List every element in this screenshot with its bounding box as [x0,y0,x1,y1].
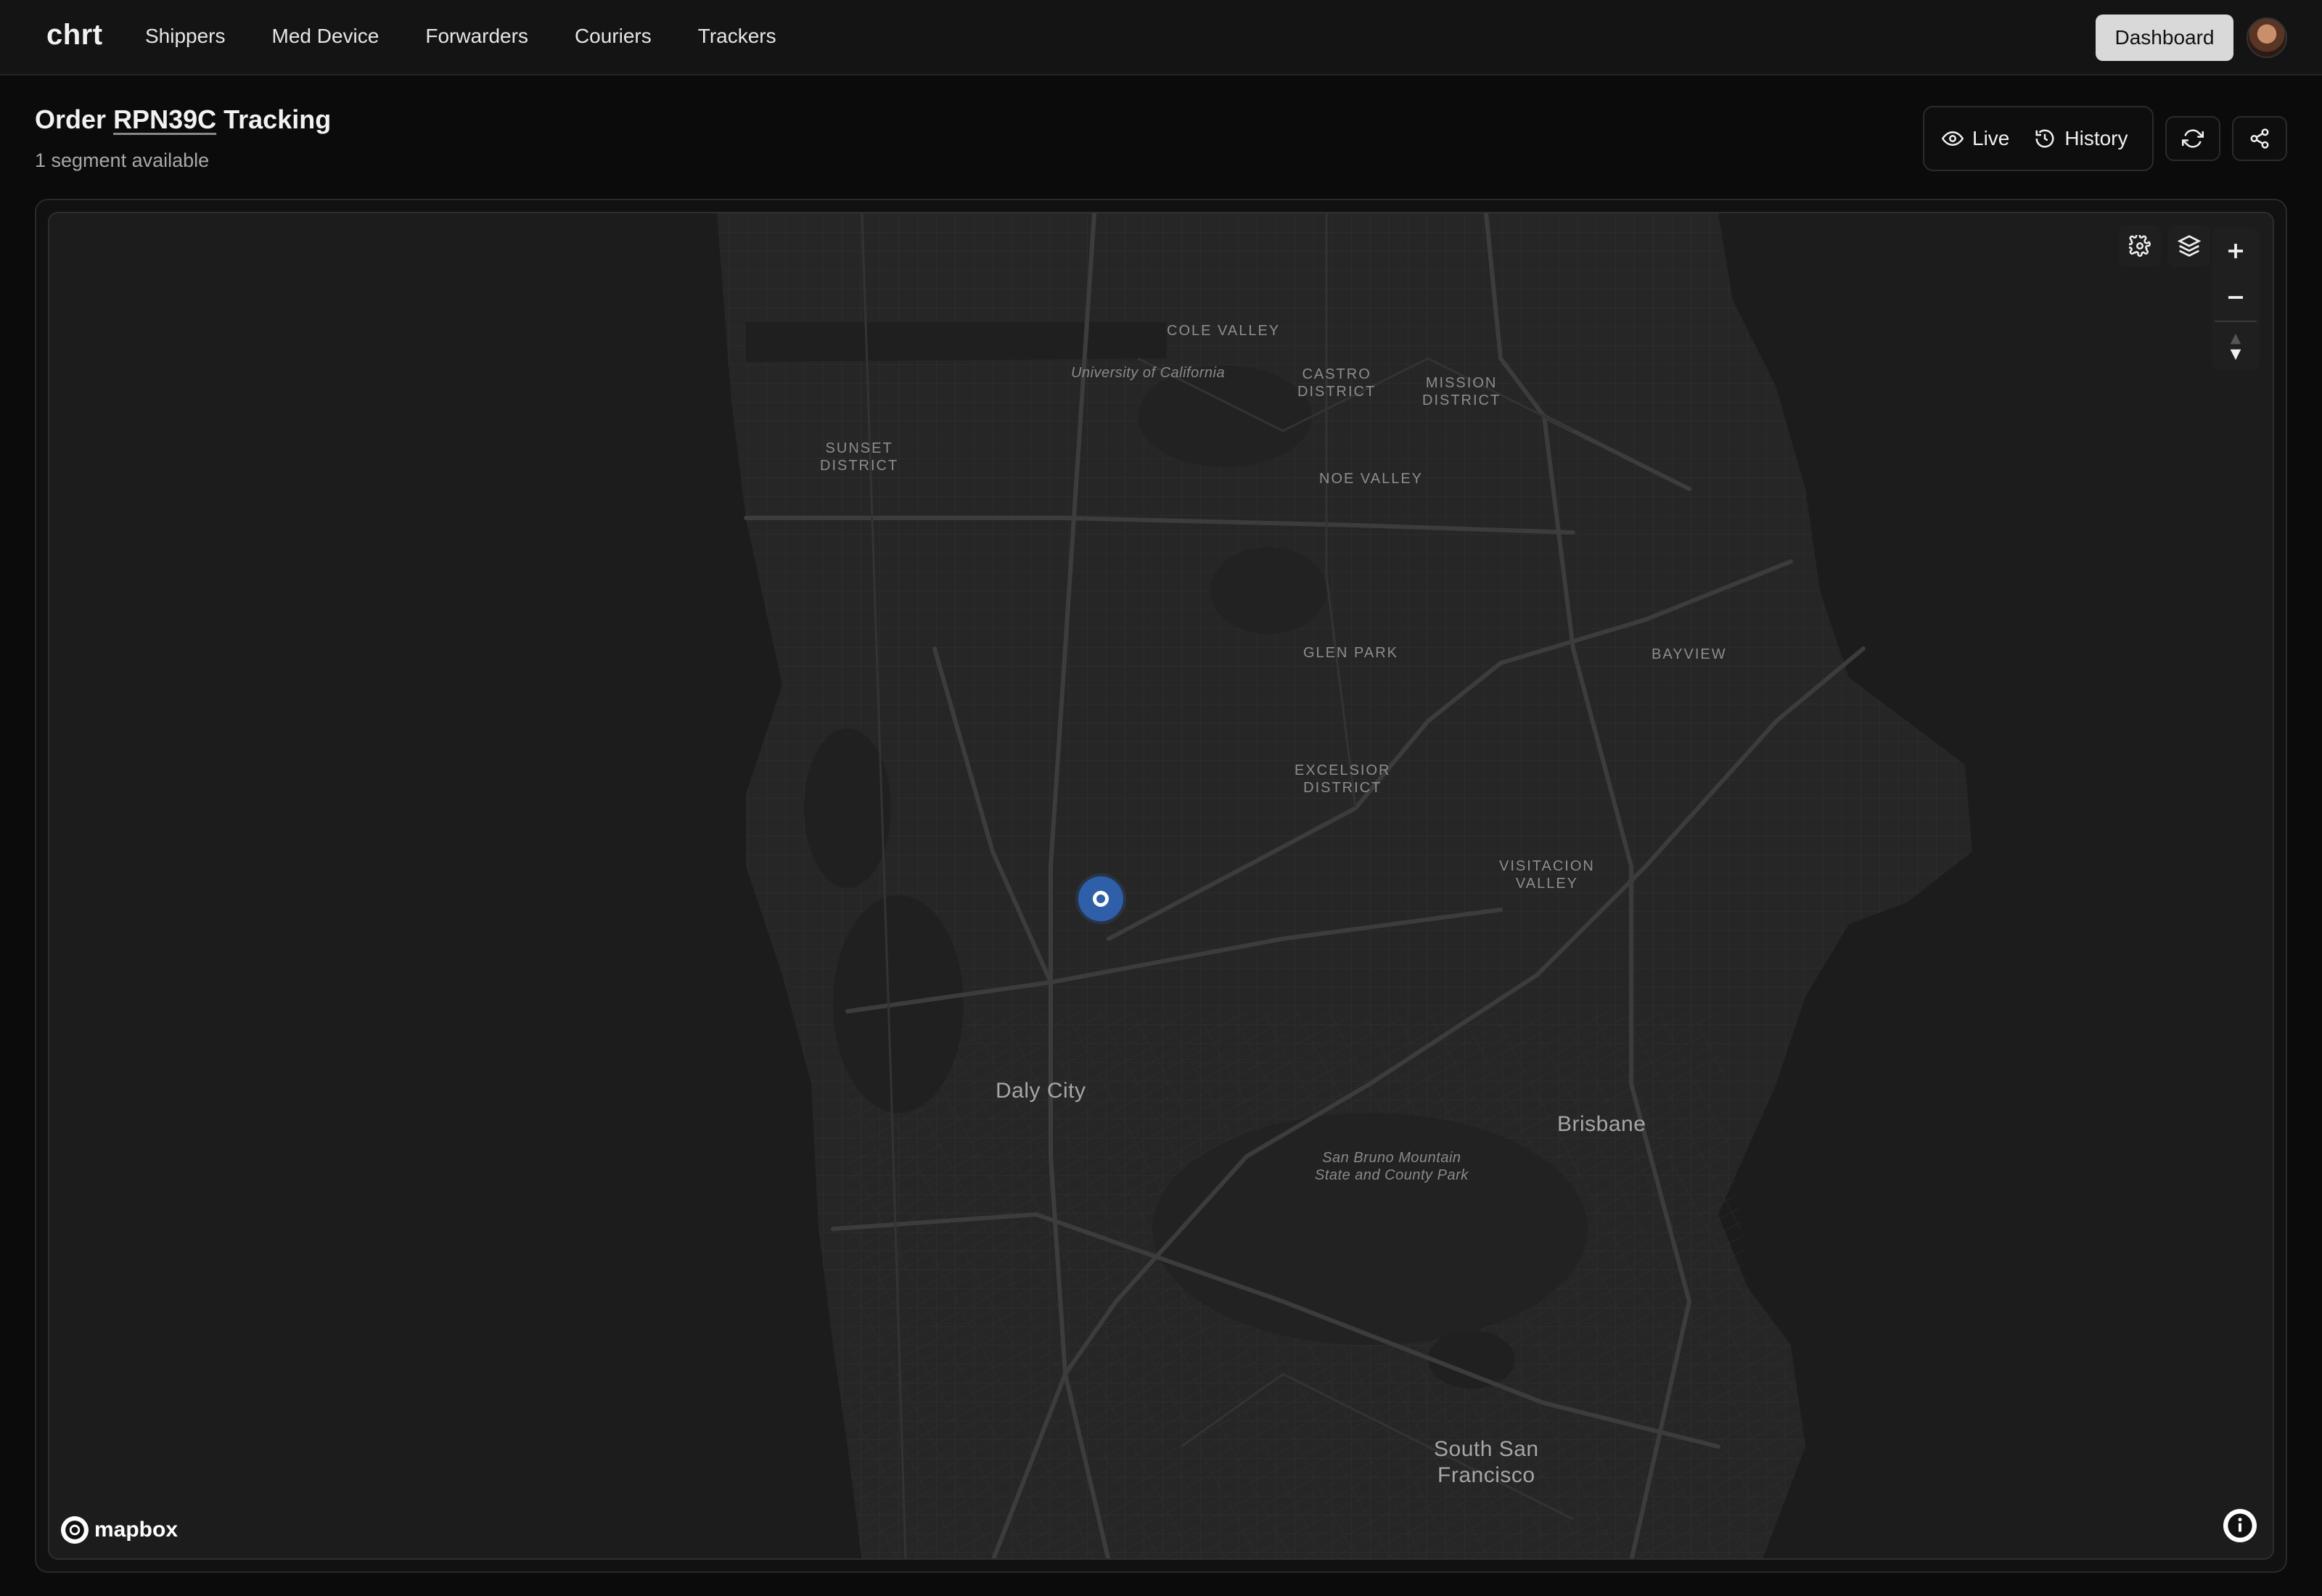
live-button[interactable]: Live [1942,127,2009,150]
refresh-icon [2182,129,2204,148]
refresh-button[interactable] [2165,116,2220,161]
nav-item-trackers[interactable]: Trackers [698,25,776,48]
eye-icon [1942,131,1964,147]
map-info-button[interactable] [2223,1509,2257,1542]
map-label-excelsior: EXCELSIOR DISTRICT [1295,762,1391,796]
segment-count: 1 segment available [35,149,210,171]
dashboard-button[interactable]: Dashboard [2096,15,2233,61]
info-icon [2228,1513,2252,1538]
main-nav: Shippers Med Device Forwarders Couriers … [145,25,823,48]
map-label-cole-valley: COLE VALLEY [1167,323,1281,339]
map-label-visitacion-valley: VISITACION VALLEY [1499,858,1595,892]
app-logo[interactable]: chrt [46,19,103,52]
map-label-sunset: SUNSET DISTRICT [820,440,899,474]
map-label-noe-valley: NOE VALLEY [1319,471,1424,487]
history-button[interactable]: History [2034,127,2128,150]
map-label-university: University of California [1071,365,1226,381]
compass-arrow-icon [2230,333,2241,361]
compass-button[interactable] [2212,324,2260,370]
tracking-map[interactable]: COLE VALLEY University of California CAS… [48,212,2274,1560]
minus-icon [2228,296,2243,299]
map-label-san-bruno-park: San Bruno Mountain State and County Park [1315,1150,1469,1183]
marker-center-dot [1093,891,1109,907]
layers-icon [2178,235,2201,257]
nav-item-couriers[interactable]: Couriers [575,25,652,48]
map-basemap[interactable] [49,213,2274,1560]
map-label-brisbane: Brisbane [1557,1112,1646,1136]
map-label-bayview: BAYVIEW [1652,646,1727,662]
map-label-castro: CASTRO DISTRICT [1297,366,1377,400]
share-icon [2250,128,2269,149]
map-label-glen-park: GLEN PARK [1303,645,1398,661]
zoom-controls [2212,228,2260,370]
zoom-out-button[interactable] [2212,274,2260,321]
map-settings-button[interactable] [2119,225,2161,267]
zoom-in-button[interactable] [2212,228,2260,274]
mapbox-attribution-logo[interactable]: mapbox [61,1516,178,1544]
live-label: Live [1972,127,2010,149]
user-avatar[interactable] [2247,17,2287,58]
title-prefix: Order [35,104,107,134]
plus-icon [2228,244,2243,258]
san-bruno-mountain-area [1152,1113,1588,1345]
nav-item-shippers[interactable]: Shippers [145,25,226,48]
title-suffix: Tracking [223,104,332,134]
nav-item-forwarders[interactable]: Forwarders [425,25,528,48]
zoom-separator [2215,321,2257,322]
map-label-south-san-francisco: South San Francisco [1434,1437,1539,1487]
golden-gate-park [746,322,1167,362]
top-navigation-bar: chrt Shippers Med Device Forwarders Cour… [0,0,2322,75]
view-mode-toggle: Live History [1923,106,2154,171]
history-clock-icon [2035,129,2054,148]
mapbox-wordmark: mapbox [94,1518,179,1542]
nav-item-med-device[interactable]: Med Device [272,25,380,48]
share-button[interactable] [2232,116,2287,161]
mapbox-icon [61,1516,89,1544]
gear-icon [2129,235,2151,257]
map-layers-button[interactable] [2168,225,2210,267]
history-label: History [2064,127,2128,149]
map-label-mission: MISSION DISTRICT [1422,375,1501,408]
tracker-location-marker[interactable] [1078,876,1123,921]
map-label-daly-city: Daly City [996,1079,1086,1103]
order-id-link[interactable]: RPN39C [113,104,216,134]
page-title: Order RPN39C Tracking [35,104,331,135]
